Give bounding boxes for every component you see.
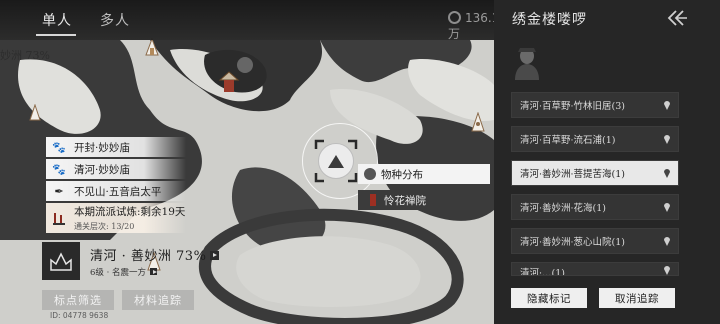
paw-icon: 🐾 (52, 140, 66, 154)
selected-location-marker[interactable] (318, 143, 354, 179)
tab-single[interactable]: 单人 (42, 10, 72, 30)
quest-label: 不见山·五音启太平 (74, 185, 162, 198)
collapse-panel-icon[interactable] (666, 9, 690, 29)
material-tracking-button[interactable]: 材料追踪 (122, 290, 194, 310)
active-tab-indicator (36, 34, 76, 36)
quest-label: 开封·妙妙庙 (74, 141, 130, 154)
temple-option[interactable]: 怜花禅院 (358, 190, 490, 210)
quest-item[interactable]: 🐾 清河·妙妙庙 (46, 159, 186, 179)
pavilion-map-icon[interactable] (218, 70, 240, 94)
flag-pair-icon (50, 209, 68, 227)
tab-multi[interactable]: 多人 (100, 10, 130, 30)
quest-label: 本期流派试炼:剩余19天 (74, 206, 186, 218)
npc-portrait (515, 48, 539, 80)
tracked-location-row[interactable]: 清河·百草野·竹林旧居(3) (511, 92, 679, 118)
chevron-right-icon (210, 251, 220, 260)
map-pin-icon (664, 237, 670, 246)
quill-icon: ✒ (54, 184, 64, 198)
map-region-label: 妙洲 73% (0, 49, 50, 62)
quest-tracker: 🐾 开封·妙妙庙 🐾 清河·妙妙庙 ✒ 不见山·五音启太平 本期流派试炼:剩余1… (46, 137, 186, 235)
cancel-tracking-button[interactable]: 取消追踪 (599, 288, 675, 308)
map-pin-icon (664, 135, 670, 144)
flag-icon (370, 194, 376, 206)
hide-markers-button[interactable]: 隐藏标记 (511, 288, 587, 308)
tracking-side-panel: 绣金楼喽啰 清河·百草野·竹林旧居(3) 清河·百草野·流石浦(1) 清河·善妙… (494, 0, 720, 324)
quest-progress: 通关层次: 13/20 (74, 222, 135, 231)
mode-tab-bar: 单人 多人 136.1万 (0, 0, 506, 41)
location-name[interactable]: 清河 · 善妙洲 73% (90, 245, 220, 264)
tracked-location-row-selected[interactable]: 清河·善妙洲·菩提苦海(1) (511, 160, 679, 186)
map-pin-icon (664, 266, 670, 275)
paw-icon: 🐾 (52, 162, 66, 176)
region-emblem-icon (42, 242, 80, 280)
temple-map-icon[interactable] (470, 112, 486, 134)
temple-label: 怜花禅院 (384, 194, 426, 207)
tracked-location-row[interactable]: 清河·…(1) (511, 262, 679, 276)
chevron-right-icon (150, 268, 158, 275)
mountain-icon (328, 155, 344, 168)
map-pin-icon (664, 101, 670, 110)
map-pin-icon (664, 203, 670, 212)
marker-filter-button[interactable]: 标点筛选 (42, 290, 114, 310)
species-distribution-option[interactable]: 物种分布 (358, 164, 490, 184)
quest-label: 清河·妙妙庙 (74, 163, 130, 176)
player-id: ID: 04778 9638 (50, 311, 109, 320)
quest-item[interactable]: 本期流派试炼:剩余19天 通关层次: 13/20 (46, 203, 186, 233)
location-level: 6级 · 名震一方 (90, 266, 158, 278)
quest-item[interactable]: ✒ 不见山·五音启太平 (46, 181, 186, 201)
tracked-location-row[interactable]: 清河·善妙洲·花海(1) (511, 194, 679, 220)
temple-map-icon[interactable] (28, 104, 42, 122)
map-pin-icon (664, 169, 670, 178)
tracked-location-row[interactable]: 清河·百草野·流石浦(1) (511, 126, 679, 152)
species-icon (364, 168, 376, 180)
temple-map-icon[interactable] (143, 38, 161, 58)
panel-title: 绣金楼喽啰 (512, 12, 587, 28)
tracked-location-row[interactable]: 清河·善妙洲·葱心山院(1) (511, 228, 679, 254)
species-label: 物种分布 (381, 168, 423, 181)
quest-item[interactable]: 🐾 开封·妙妙庙 (46, 137, 186, 157)
coin-icon (448, 11, 461, 24)
